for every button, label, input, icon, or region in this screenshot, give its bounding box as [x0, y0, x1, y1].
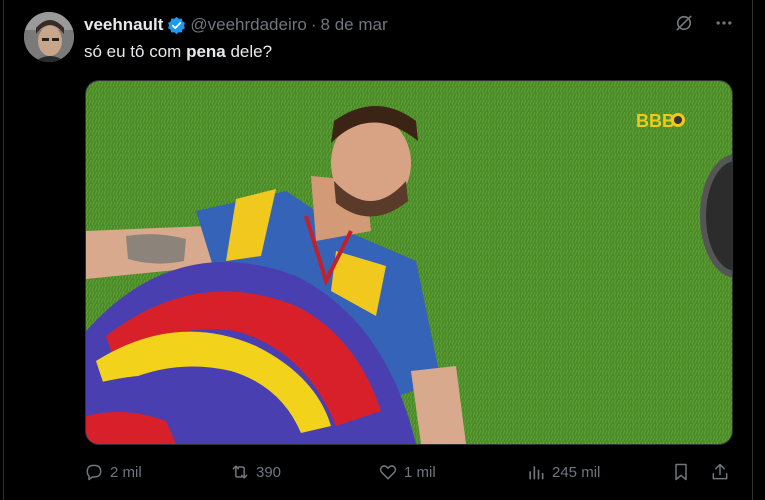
tweet-actions: 2 mil 390 1 mil 245 mil: [84, 458, 734, 486]
views-count: 245 mil: [552, 463, 601, 481]
repost-count: 390: [256, 463, 282, 481]
views-button[interactable]: 245 mil: [526, 462, 600, 482]
tweet[interactable]: veehnault @veehrdadeiro · 8 de mar só eu…: [0, 0, 765, 500]
separator-dot: ·: [310, 15, 317, 34]
reply-count: 2 mil: [110, 463, 142, 481]
tweet-text: só eu tô com pena dele?: [84, 42, 272, 62]
grok-icon[interactable]: [673, 12, 695, 34]
bookmark-icon: [675, 463, 687, 481]
like-count: 1 mil: [404, 463, 436, 481]
header-actions: [673, 12, 735, 34]
tweet-text-bold: pena: [186, 42, 226, 61]
share-icon: [712, 463, 728, 480]
views-chart-icon: [529, 466, 544, 480]
repost-icon: [232, 465, 248, 479]
user-handle[interactable]: @veehrdadeiro: [190, 15, 307, 35]
more-icon[interactable]: [713, 12, 735, 34]
heart-icon: [379, 465, 397, 480]
repost-button[interactable]: 390: [230, 462, 281, 482]
display-name[interactable]: veehnault: [84, 15, 163, 35]
share-button[interactable]: [710, 462, 730, 482]
tweet-date[interactable]: 8 de mar: [321, 15, 388, 35]
avatar[interactable]: [24, 12, 74, 62]
bookmark-button[interactable]: [671, 462, 691, 482]
verified-badge-icon: [167, 16, 186, 35]
tweet-media[interactable]: BBB: [85, 80, 733, 445]
like-button[interactable]: 1 mil: [378, 462, 436, 482]
tweet-text-end: dele?: [225, 42, 273, 61]
reply-button[interactable]: 2 mil: [84, 462, 142, 482]
media-watermark: BBB: [636, 111, 675, 131]
tweet-text-start: só eu tô com: [84, 42, 187, 61]
reply-icon: [86, 464, 102, 481]
tweet-header: veehnault @veehrdadeiro · 8 de mar: [84, 14, 388, 36]
